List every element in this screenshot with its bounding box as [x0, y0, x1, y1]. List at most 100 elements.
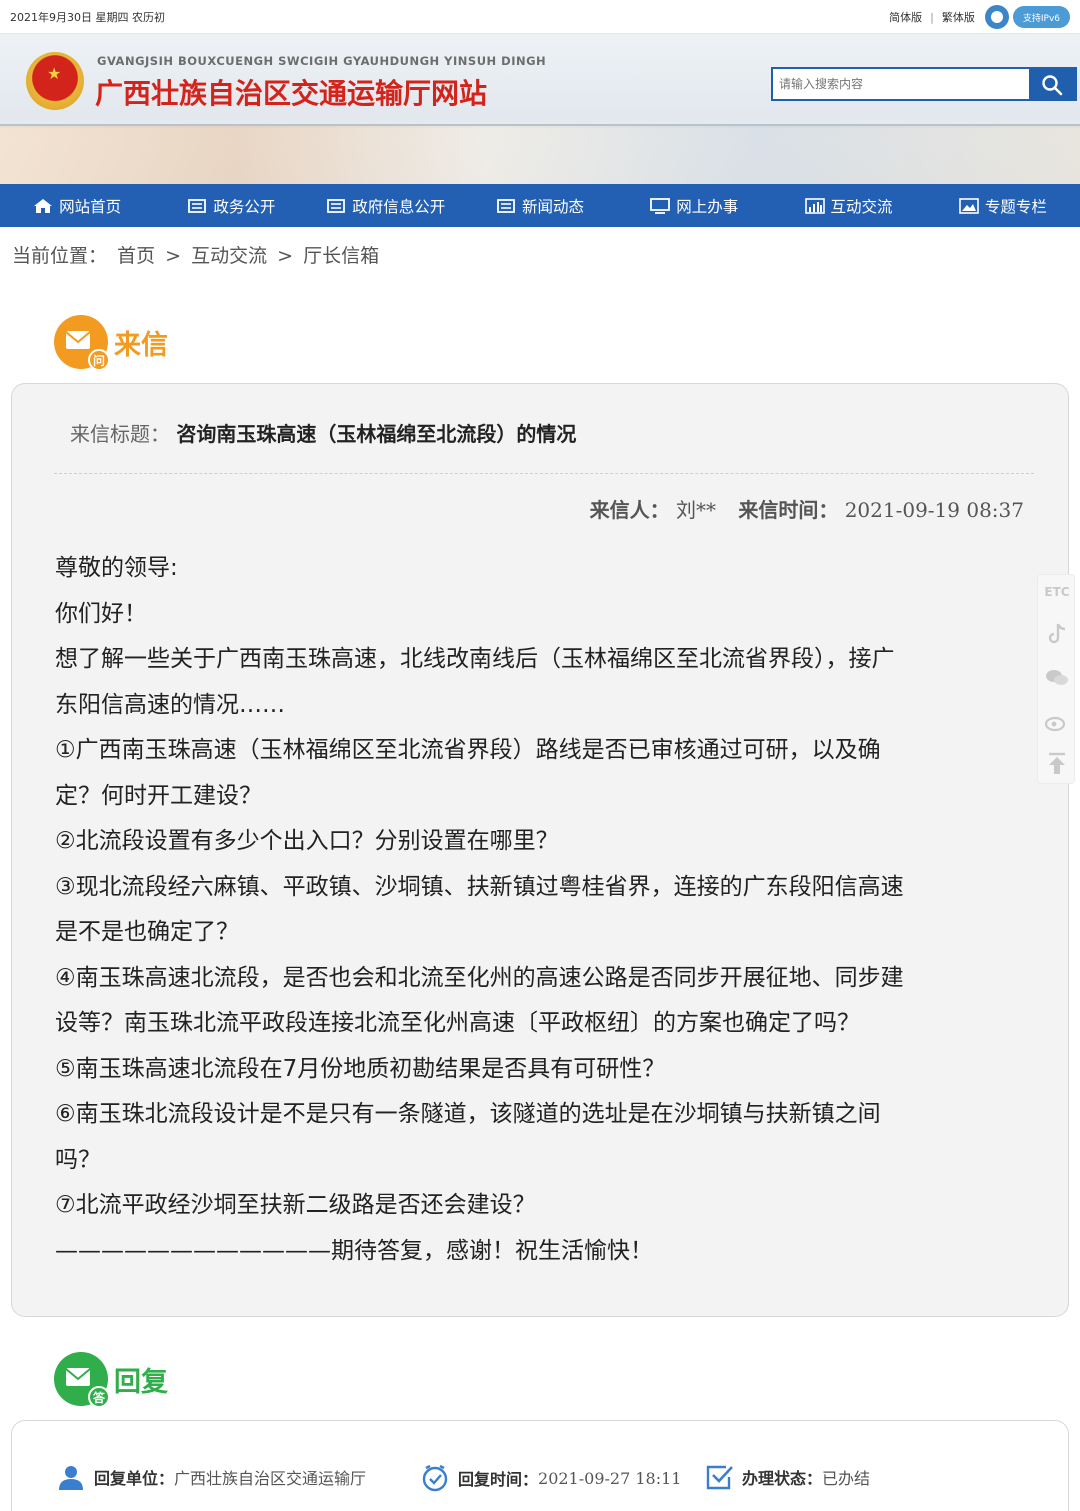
nav-item-online-service[interactable]: 网上办事	[617, 184, 771, 227]
main-nav: 网站首页 政务公开 政府信息公开 新闻动态 网上办事 互动交流 专题专栏	[0, 184, 1080, 227]
etc-button[interactable]: ETC	[1038, 585, 1076, 599]
letter-line: ⑦北流平政经沙垌至扶新二级路是否还会建设？	[55, 1192, 536, 1218]
header-background	[0, 126, 1080, 184]
nav-item-label: 政府信息公开	[352, 197, 446, 216]
reply-section-heading: 答 回复	[54, 1352, 168, 1408]
letter-line: 想了解一些关于广西南玉珠高速，北线改南线后（玉林福绵区至北流省界段），接广	[55, 646, 895, 672]
reply-unit-value: 广西壮族自治区交通运输厅	[174, 1469, 367, 1488]
nav-item-label: 网上办事	[676, 197, 739, 216]
letter-section-heading: 问 来信	[54, 315, 168, 371]
letter-line: ②北流段设置有多少个出入口？分别设置在哪里？	[55, 828, 559, 854]
home-icon	[34, 198, 53, 213]
letter-line: 东阳信高速的情况……	[55, 691, 285, 718]
reply-time-value: 2021-09-27 18:11	[538, 1468, 682, 1488]
letter-title-row: 来信标题： 咨询南玉珠高速（玉林福绵至北流段）的情况	[70, 418, 576, 447]
letter-line: ⑤南玉珠高速北流段在7月份地质初勘结果是否具有可研性？	[55, 1055, 666, 1082]
nav-item-special-topics[interactable]: 专题专栏	[926, 184, 1080, 227]
letter-line: ⑥南玉珠北流段设计是不是只有一条隧道，该隧道的选址是在沙垌镇与扶新镇之间	[55, 1101, 881, 1127]
nav-item-government-affairs[interactable]: 政务公开	[154, 184, 308, 227]
nav-item-label: 政务公开	[213, 197, 276, 216]
user-icon	[59, 1466, 83, 1490]
status-label: 办理状态：	[742, 1469, 823, 1488]
letter-line: ①广西南玉珠高速（玉林福绵区至北流省界段）路线是否已审核通过可研，以及确	[55, 737, 881, 763]
letter-meta: 来信人： 刘** 来信时间： 2021-09-19 08:37	[590, 494, 1024, 523]
reply-card: 回复单位： 广西壮族自治区交通运输厅 回复时间： 2021-09-27 18:1…	[11, 1420, 1069, 1511]
letter-line: 吗？	[55, 1146, 101, 1173]
reply-time-row: 回复时间： 2021-09-27 18:11	[420, 1463, 681, 1493]
sender-label: 来信人：	[589, 498, 670, 522]
letter-heading: 来信	[114, 329, 168, 361]
nav-item-home[interactable]: 网站首页	[0, 184, 154, 227]
reply-unit-row: 回复单位： 广西壮族自治区交通运输厅	[56, 1463, 366, 1491]
letter-line: 定？何时开工建设？	[55, 782, 262, 809]
traditional-link[interactable]: 繁体版	[942, 9, 975, 25]
site-header: ★ GVANGJSIH BOUXCUENGH SWCIGIH GYAUHDUNG…	[0, 34, 1080, 184]
nav-item-interaction[interactable]: 互动交流	[771, 184, 925, 227]
image-icon	[959, 197, 979, 214]
dashed-divider	[54, 473, 1034, 474]
letter-line: ③现北流段经六麻镇、平政镇、沙垌镇、扶新镇过粤桂省界，连接的广东段阳信高速	[55, 873, 904, 900]
search-box	[771, 67, 1077, 101]
breadcrumb-prefix: 当前位置：	[12, 245, 108, 267]
document-icon	[497, 198, 515, 213]
letter-body: 尊敬的领导: 你们好！ 想了解一些关于广西南玉珠高速，北线改南线后（玉林福绵区至…	[55, 546, 1015, 1274]
letter-time-label: 来信时间：	[738, 498, 839, 522]
tiktok-icon[interactable]	[1038, 621, 1076, 647]
breadcrumb-separator: >	[277, 245, 294, 267]
letter-title-value: 咨询南玉珠高速（玉林福绵至北流段）的情况	[176, 422, 577, 446]
letter-line: 设等？南玉珠北流平政段连接北流至化州高速〔平政枢纽〕的方案也确定了吗？	[55, 1010, 860, 1036]
letter-line: 是不是也确定了？	[55, 919, 239, 945]
reply-heading: 回复	[114, 1366, 168, 1398]
link-separator: |	[930, 10, 934, 24]
ipv6-badge: 支持IPv6	[1012, 6, 1070, 28]
reply-icon: 答	[54, 1352, 110, 1408]
top-bar: 2021年9月30日 星期四 农历初 简体版 | 繁体版 支持IPv6	[0, 0, 1080, 34]
national-emblem-icon: ★	[26, 52, 84, 110]
search-icon	[1042, 75, 1063, 96]
letter-line: ————————————期待答复，感谢！祝生活愉快！	[55, 1237, 653, 1264]
checkbox-icon	[706, 1465, 733, 1490]
trust-badge-icon[interactable]	[984, 5, 1009, 29]
wechat-icon[interactable]	[1038, 665, 1076, 691]
bar-chart-icon	[804, 197, 825, 214]
document-icon	[188, 198, 207, 213]
top-links: 简体版 | 繁体版 支持IPv6	[889, 5, 1070, 29]
nav-item-label: 新闻动态	[521, 197, 584, 216]
letter-line: 你们好！	[55, 600, 147, 627]
breadcrumb-separator: >	[165, 245, 182, 267]
status-value: 已办结	[822, 1469, 871, 1488]
search-input[interactable]	[773, 69, 1029, 99]
back-to-top-icon[interactable]	[1038, 751, 1076, 777]
nav-item-label: 网站首页	[59, 197, 122, 216]
breadcrumb: 当前位置： 首页 > 互动交流 > 厅长信箱	[12, 241, 383, 268]
document-icon	[327, 198, 346, 213]
simplified-link[interactable]: 简体版	[889, 9, 922, 25]
side-toolbar: ETC	[1037, 574, 1075, 784]
reply-status-row: 办理状态： 已办结	[704, 1463, 870, 1491]
breadcrumb-item-home[interactable]: 首页	[117, 245, 155, 267]
nav-item-info-disclosure[interactable]: 政府信息公开	[309, 184, 463, 227]
current-date: 2021年9月30日 星期四 农历初	[10, 11, 165, 24]
breadcrumb-item-interaction[interactable]: 互动交流	[191, 245, 267, 267]
letter-line: ④南玉珠高速北流段，是否也会和北流至化州的高速公路是否同步开展征地、同步建	[55, 964, 904, 991]
clock-icon	[422, 1464, 448, 1492]
nav-item-news[interactable]: 新闻动态	[463, 184, 617, 227]
reply-badge-mark: 答	[88, 1386, 110, 1408]
letter-card: 来信标题： 咨询南玉珠高速（玉林福绵至北流段）的情况 来信人： 刘** 来信时间…	[11, 383, 1069, 1317]
weibo-icon[interactable]	[1038, 709, 1076, 735]
nav-item-label: 互动交流	[830, 197, 893, 216]
nav-item-label: 专题专栏	[984, 197, 1047, 216]
reply-time-label: 回复时间：	[458, 1470, 539, 1489]
search-button[interactable]	[1029, 69, 1075, 99]
letter-title-label: 来信标题：	[70, 422, 170, 446]
monitor-icon	[650, 197, 671, 214]
letter-icon: 问	[54, 315, 110, 371]
site-title[interactable]: 广西壮族自治区交通运输厅网站	[95, 72, 487, 112]
letter-time-value: 2021-09-19 08:37	[844, 498, 1024, 522]
sender-value: 刘**	[675, 498, 716, 522]
site-subtitle: GVANGJSIH BOUXCUENGH SWCIGIH GYAUHDUNGH …	[97, 54, 547, 68]
breadcrumb-item-mailbox[interactable]: 厅长信箱	[303, 245, 379, 267]
reply-unit-label: 回复单位：	[94, 1469, 175, 1488]
letter-badge-mark: 问	[88, 349, 110, 371]
letter-line: 尊敬的领导:	[55, 555, 178, 581]
